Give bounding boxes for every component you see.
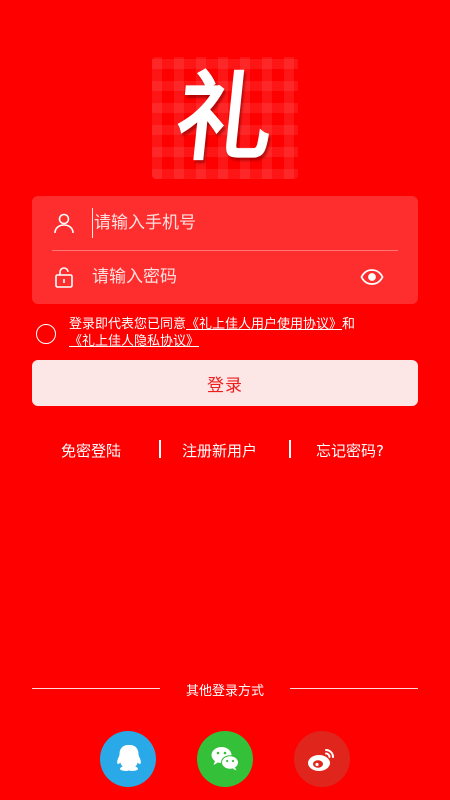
wechat-icon	[211, 747, 239, 771]
phone-row	[32, 196, 418, 250]
logo-character: 礼	[171, 61, 279, 174]
password-input[interactable]	[92, 262, 360, 292]
login-form	[32, 196, 418, 304]
user-agreement-link[interactable]: 《礼上佳人用户使用协议》	[186, 317, 342, 332]
agreement-radio[interactable]	[36, 324, 56, 344]
phone-input[interactable]	[92, 208, 418, 238]
auth-links: 免密登陆 注册新用户 忘记密码?	[0, 438, 450, 462]
link-separator	[159, 440, 161, 458]
app-logo: 礼	[152, 57, 298, 179]
forgot-password-link[interactable]: 忘记密码?	[316, 440, 384, 461]
password-row	[32, 250, 418, 304]
register-link[interactable]: 注册新用户	[182, 440, 257, 461]
divider-line-right	[290, 688, 418, 689]
weibo-icon	[308, 749, 334, 771]
user-icon	[54, 213, 74, 234]
lock-icon	[55, 267, 73, 288]
privacy-agreement-link[interactable]: 《礼上佳人隐私协议》	[69, 334, 199, 349]
other-login-divider: 其他登录方式	[32, 678, 418, 699]
qq-login-button[interactable]	[100, 731, 156, 787]
link-separator	[289, 440, 291, 458]
password-free-login-link[interactable]: 免密登陆	[61, 440, 121, 461]
eye-icon[interactable]	[360, 265, 384, 289]
qq-icon	[117, 745, 141, 771]
weibo-login-button[interactable]	[294, 731, 350, 787]
login-button[interactable]: 登录	[32, 360, 418, 406]
wechat-login-button[interactable]	[197, 731, 253, 787]
other-login-label: 其他登录方式	[185, 684, 264, 699]
agreement-text: 登录即代表您已同意《礼上佳人用户使用协议》和 《礼上佳人隐私协议》	[69, 316, 439, 350]
agreement-prefix: 登录即代表您已同意	[69, 317, 187, 332]
agreement-conjunction: 和	[342, 317, 356, 332]
